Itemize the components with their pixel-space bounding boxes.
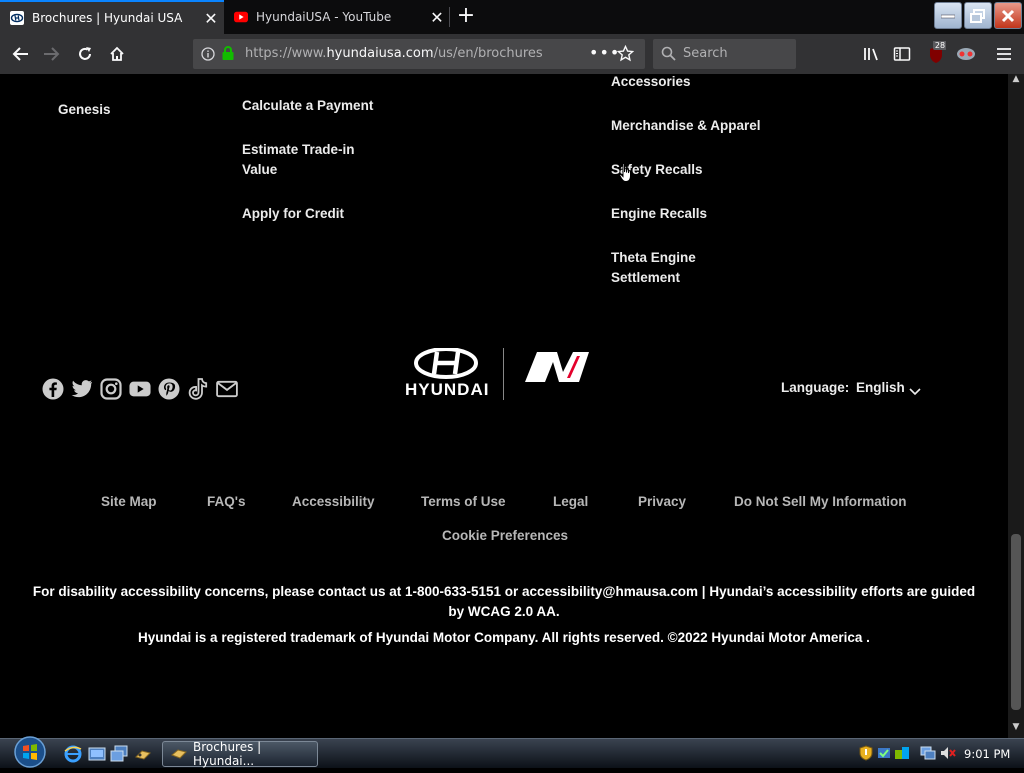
search-bar[interactable]: Search [653,39,796,69]
app-window-icon [171,746,187,763]
system-clock[interactable]: 9:01 PM [964,747,1010,761]
footer-link-theta-engine[interactable]: Theta Engine Settlement [611,248,721,288]
youtube-icon[interactable] [129,378,151,400]
footer-link-terms[interactable]: Terms of Use [421,494,506,509]
footer-link-do-not-sell[interactable]: Do Not Sell My Information [734,494,907,509]
tab-bar: Brochures | Hyundai USA ✕ HyundaiUSA - Y… [0,0,1024,34]
email-icon[interactable] [216,378,238,400]
youtube-favicon-icon [234,10,248,24]
page-actions-icon[interactable]: ••• [589,43,620,62]
hyundai-wordmark: HYUNDAI [405,380,490,399]
info-icon[interactable] [201,46,215,65]
footer-link-cookie-preferences[interactable]: Cookie Preferences [442,528,568,543]
tab-brochures[interactable]: Brochures | Hyundai USA ✕ [0,0,224,34]
new-tab-button[interactable]: + [452,4,480,30]
tab-title: HyundaiUSA - YouTube [256,10,392,24]
social-links [42,378,238,400]
footer-link-calculate-payment[interactable]: Calculate a Payment [242,96,373,116]
volume-muted-icon[interactable] [940,745,956,761]
os-taskbar: Brochures | Hyundai... 9:01 PM [0,735,1024,769]
extension-mask-icon[interactable] [952,40,980,68]
hand-cursor-icon [619,163,635,187]
taskbar-window-button[interactable]: Brochures | Hyundai... [162,740,318,768]
n-performance-logo-icon[interactable] [523,350,591,388]
footer-link-merchandise[interactable]: Merchandise & Apparel [611,116,761,136]
switch-windows-icon[interactable] [110,745,128,763]
scroll-thumb[interactable] [1011,534,1021,710]
footer-link-legal[interactable]: Legal [553,494,588,509]
lock-icon[interactable] [221,46,235,65]
language-selector[interactable]: English [856,380,905,395]
url-text[interactable]: https://www.hyundaiusa.com/us/en/brochur… [245,46,543,61]
network-monitor-icon[interactable] [920,745,936,761]
tab-title: Brochures | Hyundai USA [32,11,183,25]
sidebar-icon[interactable] [888,40,916,68]
forward-button[interactable] [38,40,66,68]
show-desktop-icon[interactable] [88,745,106,763]
close-tab-icon[interactable]: ✕ [424,8,450,27]
trademark-notice: Hyundai is a registered trademark of Hyu… [138,630,870,645]
logo-divider [503,348,504,400]
twitter-icon[interactable] [71,378,93,400]
extension-badge: 28 [935,41,945,50]
pinterest-icon[interactable] [158,378,180,400]
restore-window-button[interactable] [964,2,992,29]
address-bar[interactable]: https://www.hyundaiusa.com/us/en/brochur… [193,39,645,69]
footer-link-accessories[interactable]: Accessories [611,74,691,92]
ie-quicklaunch-icon[interactable] [64,745,82,763]
back-button[interactable] [6,40,34,68]
menu-hamburger-icon[interactable] [990,40,1018,68]
footer-link-genesis[interactable]: Genesis [58,100,111,120]
close-window-button[interactable] [994,2,1022,29]
search-icon [661,46,676,65]
chevron-down-icon[interactable] [908,382,922,401]
update-icon[interactable] [894,745,910,761]
accessibility-disclaimer: For disability accessibility concerns, p… [32,584,976,619]
instagram-icon[interactable] [100,378,122,400]
security-shield-icon[interactable] [858,745,874,761]
tab-separator [449,7,450,27]
nav-toolbar: https://www.hyundaiusa.com/us/en/brochur… [0,34,1024,74]
tab-youtube[interactable]: HyundaiUSA - YouTube ✕ [224,0,450,34]
facebook-icon[interactable] [42,378,64,400]
app-quicklaunch-icon[interactable] [134,745,152,763]
language-label: Language: [781,380,850,395]
taskbar-window-label: Brochures | Hyundai... [193,740,262,768]
bookmark-star-icon[interactable] [616,44,635,66]
close-tab-icon[interactable]: ✕ [198,9,224,28]
minimize-window-button[interactable] [934,2,962,29]
library-icon[interactable] [858,40,886,68]
network-check-icon[interactable] [876,745,892,761]
scroll-up-arrow-icon[interactable]: ▲ [1008,74,1024,88]
footer-link-privacy[interactable]: Privacy [638,494,686,509]
tiktok-icon[interactable] [187,378,209,400]
search-placeholder: Search [683,46,728,61]
page-scrollbar[interactable]: ▲ ▼ [1008,74,1024,738]
footer-link-estimate-trade-in[interactable]: Estimate Trade-in Value [242,140,372,180]
page-content: Genesis Calculate a Payment Estimate Tra… [0,74,1008,738]
start-button[interactable] [8,735,52,769]
footer-link-apply-credit[interactable]: Apply for Credit [242,204,344,224]
ublock-extension-icon[interactable]: 28 [920,40,948,68]
home-button[interactable] [103,40,131,68]
hyundai-favicon-icon [10,11,24,25]
scroll-down-arrow-icon[interactable]: ▼ [1008,722,1024,736]
footer-link-site-map[interactable]: Site Map [101,494,157,509]
footer-link-engine-recalls[interactable]: Engine Recalls [611,204,707,224]
reload-button[interactable] [71,40,99,68]
footer-link-accessibility[interactable]: Accessibility [292,494,375,509]
footer-link-faqs[interactable]: FAQ's [207,494,245,509]
